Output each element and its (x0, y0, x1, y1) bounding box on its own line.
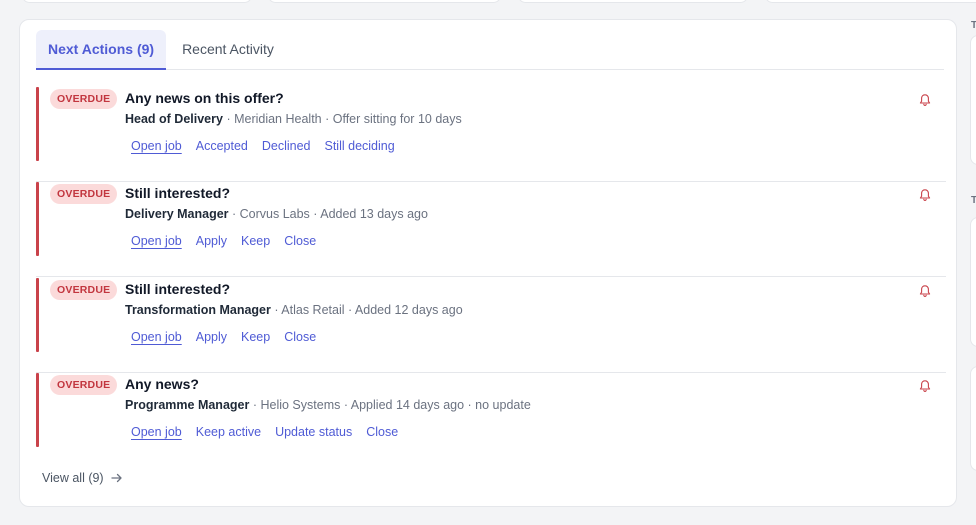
job-details: · Atlas Retail · Added 12 days ago (270, 303, 463, 317)
action-item: OVERDUE Any news? Programme Manager · He… (36, 373, 946, 468)
action-links: Open job Apply Keep Close (131, 234, 316, 248)
action-title: Still interested? (125, 281, 231, 297)
overdue-badge: OVERDUE (50, 184, 118, 204)
open-job-link[interactable]: Open job (131, 425, 182, 439)
side-panel-heading: T (971, 20, 976, 31)
action-link[interactable]: Keep (241, 234, 270, 248)
action-title: Any news on this offer? (125, 90, 284, 106)
overdue-badge: OVERDUE (50, 89, 118, 109)
action-link[interactable]: Still deciding (325, 139, 395, 153)
view-all-link[interactable]: View all (9) (42, 471, 123, 485)
action-link[interactable]: Apply (196, 234, 227, 248)
tab-bar: Next Actions (9) Recent Activity (36, 30, 944, 70)
action-title: Still interested? (125, 185, 231, 201)
action-link[interactable]: Close (366, 425, 398, 439)
arrow-right-icon (110, 473, 122, 483)
summary-card (518, 0, 748, 3)
summary-card (22, 0, 252, 3)
job-role: Head of Delivery (125, 112, 223, 126)
action-title: Any news? (125, 376, 199, 392)
overdue-indicator-bar (36, 182, 39, 256)
action-link[interactable]: Accepted (196, 139, 248, 153)
action-link[interactable]: Keep active (196, 425, 261, 439)
action-item: OVERDUE Still interested? Delivery Manag… (36, 182, 946, 277)
job-details: · Corvus Labs · Added 13 days ago (228, 207, 428, 221)
overdue-badge: OVERDUE (50, 375, 118, 395)
bell-icon[interactable] (918, 379, 932, 393)
action-links: Open job Apply Keep Close (131, 330, 316, 344)
bell-icon[interactable] (918, 93, 932, 107)
action-link[interactable]: Close (284, 330, 316, 344)
open-job-link[interactable]: Open job (131, 330, 182, 344)
action-link[interactable]: Close (284, 234, 316, 248)
action-link[interactable]: Update status (275, 425, 352, 439)
action-link[interactable]: Apply (196, 330, 227, 344)
tab-next-actions[interactable]: Next Actions (9) (36, 30, 167, 70)
action-links: Open job Accepted Declined Still deciding (131, 139, 395, 153)
job-details: · Helio Systems · Applied 14 days ago · … (249, 398, 531, 412)
job-role: Programme Manager (125, 398, 250, 412)
action-meta: Transformation Manager · Atlas Retail · … (125, 303, 463, 317)
side-panel-card (970, 217, 976, 347)
action-item: OVERDUE Still interested? Transformation… (36, 278, 946, 373)
bell-icon[interactable] (918, 284, 932, 298)
side-panel-heading: T (971, 195, 976, 206)
side-panel-card (970, 35, 976, 165)
summary-card (268, 0, 501, 3)
job-role: Delivery Manager (125, 207, 229, 221)
tab-recent-activity[interactable]: Recent Activity (170, 30, 286, 70)
overdue-indicator-bar (36, 278, 39, 352)
bell-icon[interactable] (918, 188, 932, 202)
overdue-badge: OVERDUE (50, 280, 118, 300)
summary-card (765, 0, 976, 3)
job-details: · Meridian Health · Offer sitting for 10… (222, 112, 462, 126)
action-meta: Head of Delivery · Meridian Health · Off… (125, 112, 462, 126)
action-item: OVERDUE Any news on this offer? Head of … (36, 87, 946, 182)
job-role: Transformation Manager (125, 303, 271, 317)
view-all-label: View all (9) (42, 471, 104, 485)
side-panel-card (970, 366, 976, 471)
action-meta: Programme Manager · Helio Systems · Appl… (125, 398, 531, 412)
action-links: Open job Keep active Update status Close (131, 425, 398, 439)
action-meta: Delivery Manager · Corvus Labs · Added 1… (125, 207, 428, 221)
action-link[interactable]: Keep (241, 330, 270, 344)
open-job-link[interactable]: Open job (131, 234, 182, 248)
next-actions-panel: Next Actions (9) Recent Activity OVERDUE… (19, 19, 957, 507)
overdue-indicator-bar (36, 87, 39, 161)
overdue-indicator-bar (36, 373, 39, 447)
open-job-link[interactable]: Open job (131, 139, 182, 153)
action-link[interactable]: Declined (262, 139, 311, 153)
